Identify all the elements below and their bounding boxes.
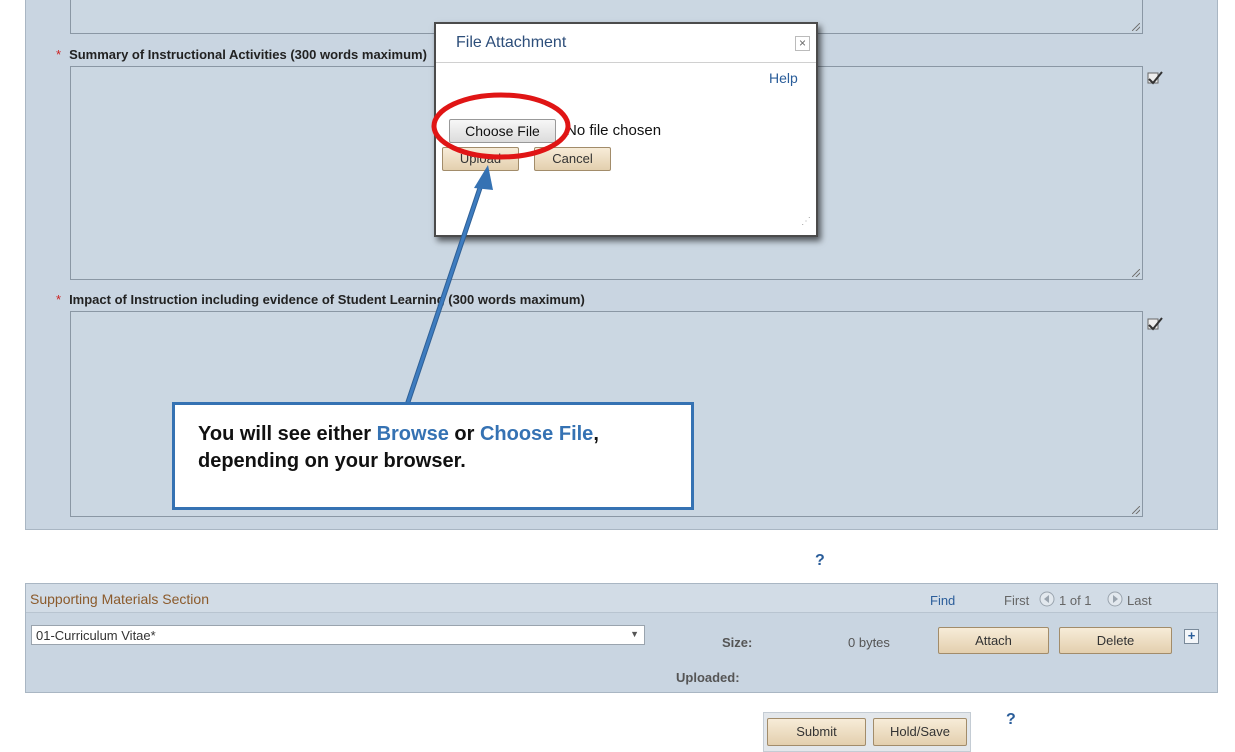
resize-handle[interactable] xyxy=(1132,506,1140,514)
attach-button[interactable]: Attach xyxy=(938,627,1049,654)
select-value: 01-Curriculum Vitae* xyxy=(36,628,156,643)
choose-file-term: Choose File xyxy=(479,423,594,445)
dialog-titlebar: File Attachment × xyxy=(436,24,816,63)
last-link[interactable]: Last xyxy=(1127,593,1152,608)
hold-save-button[interactable]: Hold/Save xyxy=(873,718,967,746)
instruction-callout: You will see either Browse or Choose Fil… xyxy=(172,402,694,510)
close-icon[interactable]: × xyxy=(795,36,810,51)
delete-button[interactable]: Delete xyxy=(1059,627,1172,654)
size-label: Size: xyxy=(722,635,753,650)
uploaded-label: Uploaded: xyxy=(676,670,740,685)
add-row-button[interactable]: + xyxy=(1184,629,1199,644)
supporting-header: Supporting Materials Section Find First … xyxy=(26,584,1217,613)
upload-button[interactable]: Upload xyxy=(442,147,519,171)
submit-button[interactable]: Submit xyxy=(767,718,866,746)
resize-handle[interactable] xyxy=(1132,23,1140,31)
spellcheck-icon[interactable] xyxy=(1146,316,1164,332)
callout-text: You will see either Browse or Choose Fil… xyxy=(198,423,599,472)
next-arrow-icon[interactable] xyxy=(1107,591,1123,607)
cancel-button[interactable]: Cancel xyxy=(534,147,611,171)
spellcheck-icon[interactable] xyxy=(1146,70,1164,86)
section-title: Supporting Materials Section xyxy=(30,591,209,607)
supporting-materials-section: Supporting Materials Section Find First … xyxy=(25,583,1218,693)
no-file-chosen-text: No file chosen xyxy=(566,122,662,139)
file-attachment-dialog: File Attachment × Help Choose File No fi… xyxy=(434,22,818,237)
find-link[interactable]: Find xyxy=(930,593,955,608)
resize-grip-icon[interactable]: ⋰ xyxy=(801,216,813,228)
dialog-title: File Attachment xyxy=(456,34,567,51)
footer-help-icon[interactable]: ? xyxy=(1006,711,1016,729)
size-value: 0 bytes xyxy=(848,635,890,650)
form-help-icon[interactable]: ? xyxy=(815,552,825,570)
document-type-select[interactable]: 01-Curriculum Vitae* ▼ xyxy=(31,625,645,645)
browse-term: Browse xyxy=(376,423,449,445)
choose-file-button[interactable]: Choose File xyxy=(449,119,556,143)
previous-arrow-icon[interactable] xyxy=(1039,591,1055,607)
impact-label: * Impact of Instruction including evidenc… xyxy=(56,292,585,307)
chevron-down-icon: ▼ xyxy=(630,629,639,639)
summary-label: * Summary of Instructional Activities (30… xyxy=(56,47,427,62)
pager-count: 1 of 1 xyxy=(1059,593,1092,608)
resize-handle[interactable] xyxy=(1132,269,1140,277)
help-link[interactable]: Help xyxy=(769,70,798,86)
first-link[interactable]: First xyxy=(1004,593,1029,608)
